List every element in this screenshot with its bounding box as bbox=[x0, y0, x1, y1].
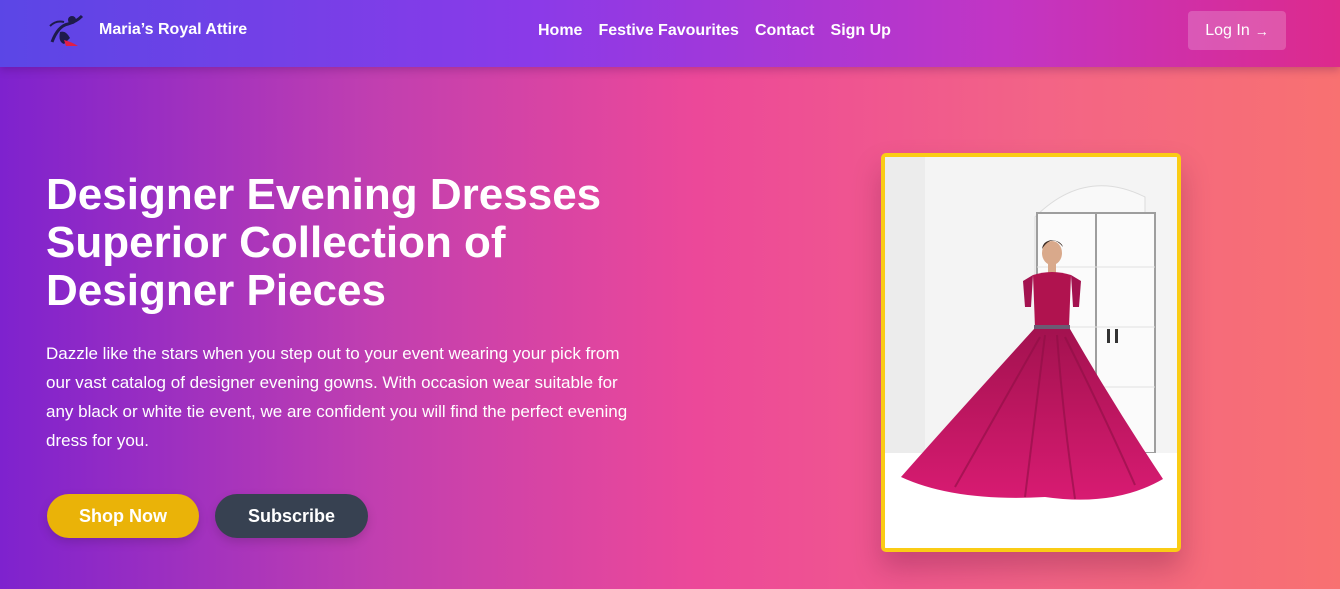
nav-link-sign-up[interactable]: Sign Up bbox=[831, 22, 891, 40]
hero-title-line: Designer Pieces bbox=[46, 266, 386, 315]
hero-title-line: Designer Evening Dresses bbox=[46, 170, 602, 219]
hero-description: Dazzle like the stars when you step out … bbox=[46, 344, 628, 450]
hero-title: Designer Evening Dresses Superior Collec… bbox=[46, 171, 746, 315]
arrow-right-icon: → bbox=[1254, 22, 1269, 39]
hero-title-line: Superior Collection of bbox=[46, 218, 506, 267]
evening-gown-photo bbox=[885, 157, 1177, 548]
login-button[interactable]: Log In → bbox=[1188, 11, 1286, 50]
nav-link-contact[interactable]: Contact bbox=[755, 22, 815, 40]
subscribe-button[interactable]: Subscribe bbox=[215, 494, 368, 538]
brand[interactable]: Maria’s Royal Attire bbox=[46, 12, 247, 48]
product-image-frame bbox=[881, 153, 1181, 552]
nav-link-festive-favourites[interactable]: Festive Favourites bbox=[598, 22, 739, 40]
nav-link-home[interactable]: Home bbox=[538, 22, 582, 40]
login-label: Log In bbox=[1205, 21, 1250, 39]
brand-name: Maria’s Royal Attire bbox=[99, 21, 248, 38]
dancer-logo-icon bbox=[49, 14, 84, 46]
shop-now-button[interactable]: Shop Now bbox=[47, 494, 199, 538]
main-nav: Home Festive Favourites Contact Sign Up bbox=[538, 22, 907, 40]
top-navbar: Maria’s Royal Attire Home Festive Favour… bbox=[0, 0, 1340, 67]
